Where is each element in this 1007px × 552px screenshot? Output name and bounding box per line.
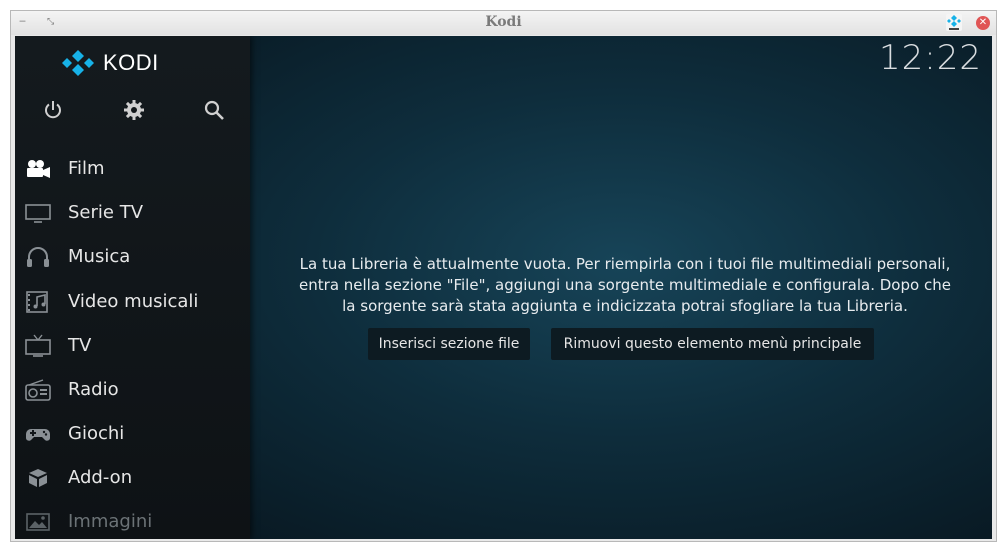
menu-label: Giochi <box>68 423 125 444</box>
menu-item-serie-tv[interactable]: Serie TV <box>15 193 250 233</box>
clock: 12:22 <box>879 38 982 78</box>
search-icon[interactable] <box>202 98 226 122</box>
kodi-app-icon <box>946 14 962 31</box>
menu-label: Add-on <box>68 467 133 488</box>
message-line: La tua Libreria è attualmente vuota. Per… <box>299 255 951 273</box>
menu-label: Video musicali <box>68 291 199 312</box>
menu-label: Immagini <box>68 511 153 532</box>
menu-item-giochi[interactable]: Giochi <box>15 414 250 454</box>
power-icon[interactable] <box>41 98 65 122</box>
enter-files-button[interactable]: Inserisci sezione file <box>368 328 530 360</box>
remove-menu-item-button[interactable]: Rimuovi questo elemento menù principale <box>551 328 874 360</box>
title-bar[interactable]: ‒ ⤡ Kodi ✕ <box>11 11 996 35</box>
top-icons-bar <box>15 98 250 124</box>
brand-name: KODI <box>103 50 159 75</box>
sidebar: KODI Film Serie TV Musica Video musicali… <box>15 36 250 539</box>
empty-library-message: La tua Libreria è attualmente vuota. Per… <box>275 254 975 317</box>
addon-box-icon <box>29 469 47 487</box>
kodi-logo-icon <box>62 50 94 76</box>
gamepad-icon <box>26 429 50 441</box>
kodi-main: KODI Film Serie TV Musica Video musicali… <box>15 36 992 539</box>
menu-item-film[interactable]: Film <box>15 149 250 189</box>
menu-label: Radio <box>68 379 119 400</box>
menu-label: Serie TV <box>68 202 144 223</box>
menu-item-tv[interactable]: TV <box>15 326 250 366</box>
close-button[interactable]: ✕ <box>976 16 990 30</box>
window-title: Kodi <box>485 14 522 30</box>
headphones-icon <box>27 247 49 267</box>
music-video-icon <box>26 291 48 313</box>
kodi-logo: KODI <box>61 48 211 80</box>
message-line: entra nella sezione "File", aggiungi una… <box>299 276 951 294</box>
radio-icon <box>25 379 51 401</box>
menu-item-musica[interactable]: Musica <box>15 237 250 277</box>
picture-icon <box>26 513 50 531</box>
menu-item-video-musicali[interactable]: Video musicali <box>15 282 250 322</box>
menu-item-immagini[interactable]: Immagini <box>15 502 250 539</box>
menu-label: TV <box>68 335 92 356</box>
kodi-window: ‒ ⤡ Kodi ✕ KODI Film Serie TV Musica Vid… <box>10 10 997 542</box>
tv-icon <box>25 334 51 357</box>
menu-item-radio[interactable]: Radio <box>15 370 250 410</box>
monitor-icon <box>25 204 51 223</box>
message-line: la sorgente sarà stata aggiunta e indici… <box>342 297 908 315</box>
gear-icon[interactable] <box>122 98 146 122</box>
menu-label: Film <box>68 158 105 179</box>
menu-label: Musica <box>68 246 131 267</box>
movie-camera-icon <box>27 160 50 178</box>
menu-item-add-on[interactable]: Add-on <box>15 458 250 498</box>
